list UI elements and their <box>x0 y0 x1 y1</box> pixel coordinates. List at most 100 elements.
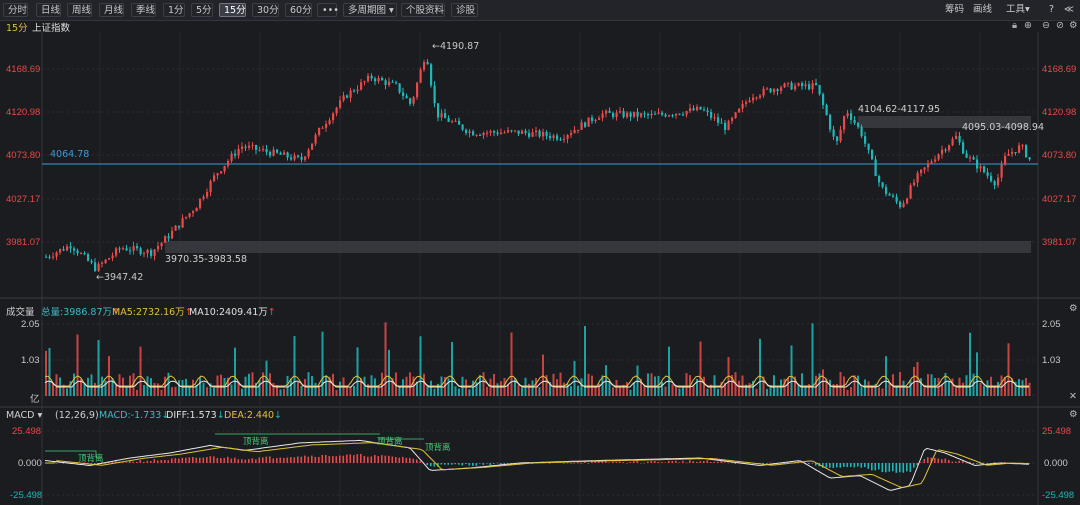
macd-bar <box>829 463 831 468</box>
candle-body <box>370 75 373 79</box>
volume-bar <box>1000 375 1003 396</box>
candle-body <box>545 131 548 136</box>
candle-body <box>1018 145 1021 153</box>
volume-bar <box>76 334 79 396</box>
candle-body <box>962 142 965 154</box>
macd-bar <box>199 457 201 463</box>
macd-bar <box>629 461 632 463</box>
candle-body <box>409 98 412 104</box>
gap-high-label-2: 4095.03-4098.94 <box>962 122 1044 133</box>
macd-params: (12,26,9) <box>55 410 99 421</box>
volume-bar <box>45 350 47 396</box>
candle-body <box>983 166 986 173</box>
volume-bar <box>66 388 68 396</box>
volume-bar <box>692 385 695 396</box>
macd-bar <box>594 461 597 463</box>
candle-body <box>381 77 384 81</box>
candle-body <box>143 253 146 255</box>
volume-bar <box>755 388 758 396</box>
volume-bar <box>160 389 163 396</box>
minus-circle-icon[interactable]: ⊖ <box>1042 20 1050 31</box>
candle-body <box>69 246 72 249</box>
macd-bar <box>213 456 215 463</box>
macd-bar <box>923 459 926 463</box>
vol-y-tick-right: 2.05 <box>1042 319 1061 330</box>
macd-bar <box>703 460 705 463</box>
macd-bar <box>699 461 702 463</box>
volume-bar <box>423 373 425 396</box>
candle-body <box>314 134 317 144</box>
macd-title[interactable]: MACD ▾ <box>6 410 42 421</box>
add-circle-icon[interactable]: ⊕ <box>1024 20 1032 31</box>
volume-bar <box>517 385 520 396</box>
volume-bar <box>801 373 803 396</box>
macd-bar <box>426 463 429 466</box>
macd-bar <box>384 455 387 463</box>
volume-bar <box>909 380 912 396</box>
macd-bar <box>227 456 229 463</box>
candle-body <box>283 152 286 155</box>
candle-body <box>171 230 174 239</box>
candle-body <box>104 259 107 263</box>
macd-bar <box>220 458 222 463</box>
macd-gear-icon[interactable]: ⚙ <box>1069 409 1078 420</box>
candle-body <box>759 95 762 98</box>
candle-body <box>801 83 804 87</box>
macd-bar <box>850 463 852 468</box>
gear-icon[interactable]: ⚙ <box>1069 20 1078 31</box>
candle-body <box>1028 157 1031 160</box>
volume-bar <box>136 389 138 396</box>
candle-body <box>573 129 576 134</box>
volume-bar <box>472 380 474 396</box>
candle-body <box>825 105 828 115</box>
vol-y-tick: 1.03 <box>21 355 40 366</box>
candle-body <box>535 130 538 133</box>
macd-bar <box>986 463 989 464</box>
candle-body <box>692 108 695 111</box>
volume-bar <box>626 382 628 396</box>
candle-body <box>608 110 611 113</box>
macd-bar <box>647 461 649 463</box>
volume-bar <box>563 382 565 396</box>
candle-body <box>580 122 583 130</box>
volume-bar <box>853 375 856 396</box>
candle-body <box>633 111 636 117</box>
candle-body <box>584 122 587 127</box>
candle-body <box>444 113 447 119</box>
restore-icon[interactable]: ⊘ <box>1056 20 1064 31</box>
volume-bar <box>325 375 327 396</box>
volume-bar <box>258 380 261 396</box>
macd-bar <box>153 459 156 463</box>
volume-bar <box>787 378 789 396</box>
volume-ma5: MA5:2732.16万↑ <box>112 307 193 318</box>
volume-bar <box>290 378 292 396</box>
candle-body <box>993 181 996 186</box>
candle-body <box>713 117 716 119</box>
volume-bar <box>272 383 275 396</box>
candle-body <box>990 175 993 182</box>
macd-bar <box>671 460 674 463</box>
macd-bar <box>255 459 257 463</box>
candle-body <box>139 248 142 255</box>
candle-body <box>293 155 296 160</box>
macd-bar <box>395 457 397 463</box>
macd-bar <box>563 463 565 464</box>
volume-bar <box>171 387 173 396</box>
vol-close-icon[interactable]: ✕ <box>1069 391 1077 402</box>
candle-body <box>1000 164 1003 178</box>
candle-body <box>566 135 569 139</box>
candle-body <box>797 83 800 86</box>
volume-bar <box>143 385 145 396</box>
macd-bar <box>843 463 845 467</box>
volume-bar <box>489 378 492 396</box>
candle-body <box>426 62 429 65</box>
volume-gear-icon[interactable]: ⚙ <box>1069 303 1078 314</box>
volume-bar <box>157 383 159 396</box>
macd-y-tick-right: 25.498 <box>1042 426 1072 437</box>
kline-chart[interactable] <box>0 0 1080 505</box>
volume-bar <box>797 385 800 396</box>
volume-bar <box>703 376 705 396</box>
candle-body <box>307 149 310 157</box>
vol-y-tick-right: 1.03 <box>1042 355 1061 366</box>
macd-bar <box>234 457 236 463</box>
